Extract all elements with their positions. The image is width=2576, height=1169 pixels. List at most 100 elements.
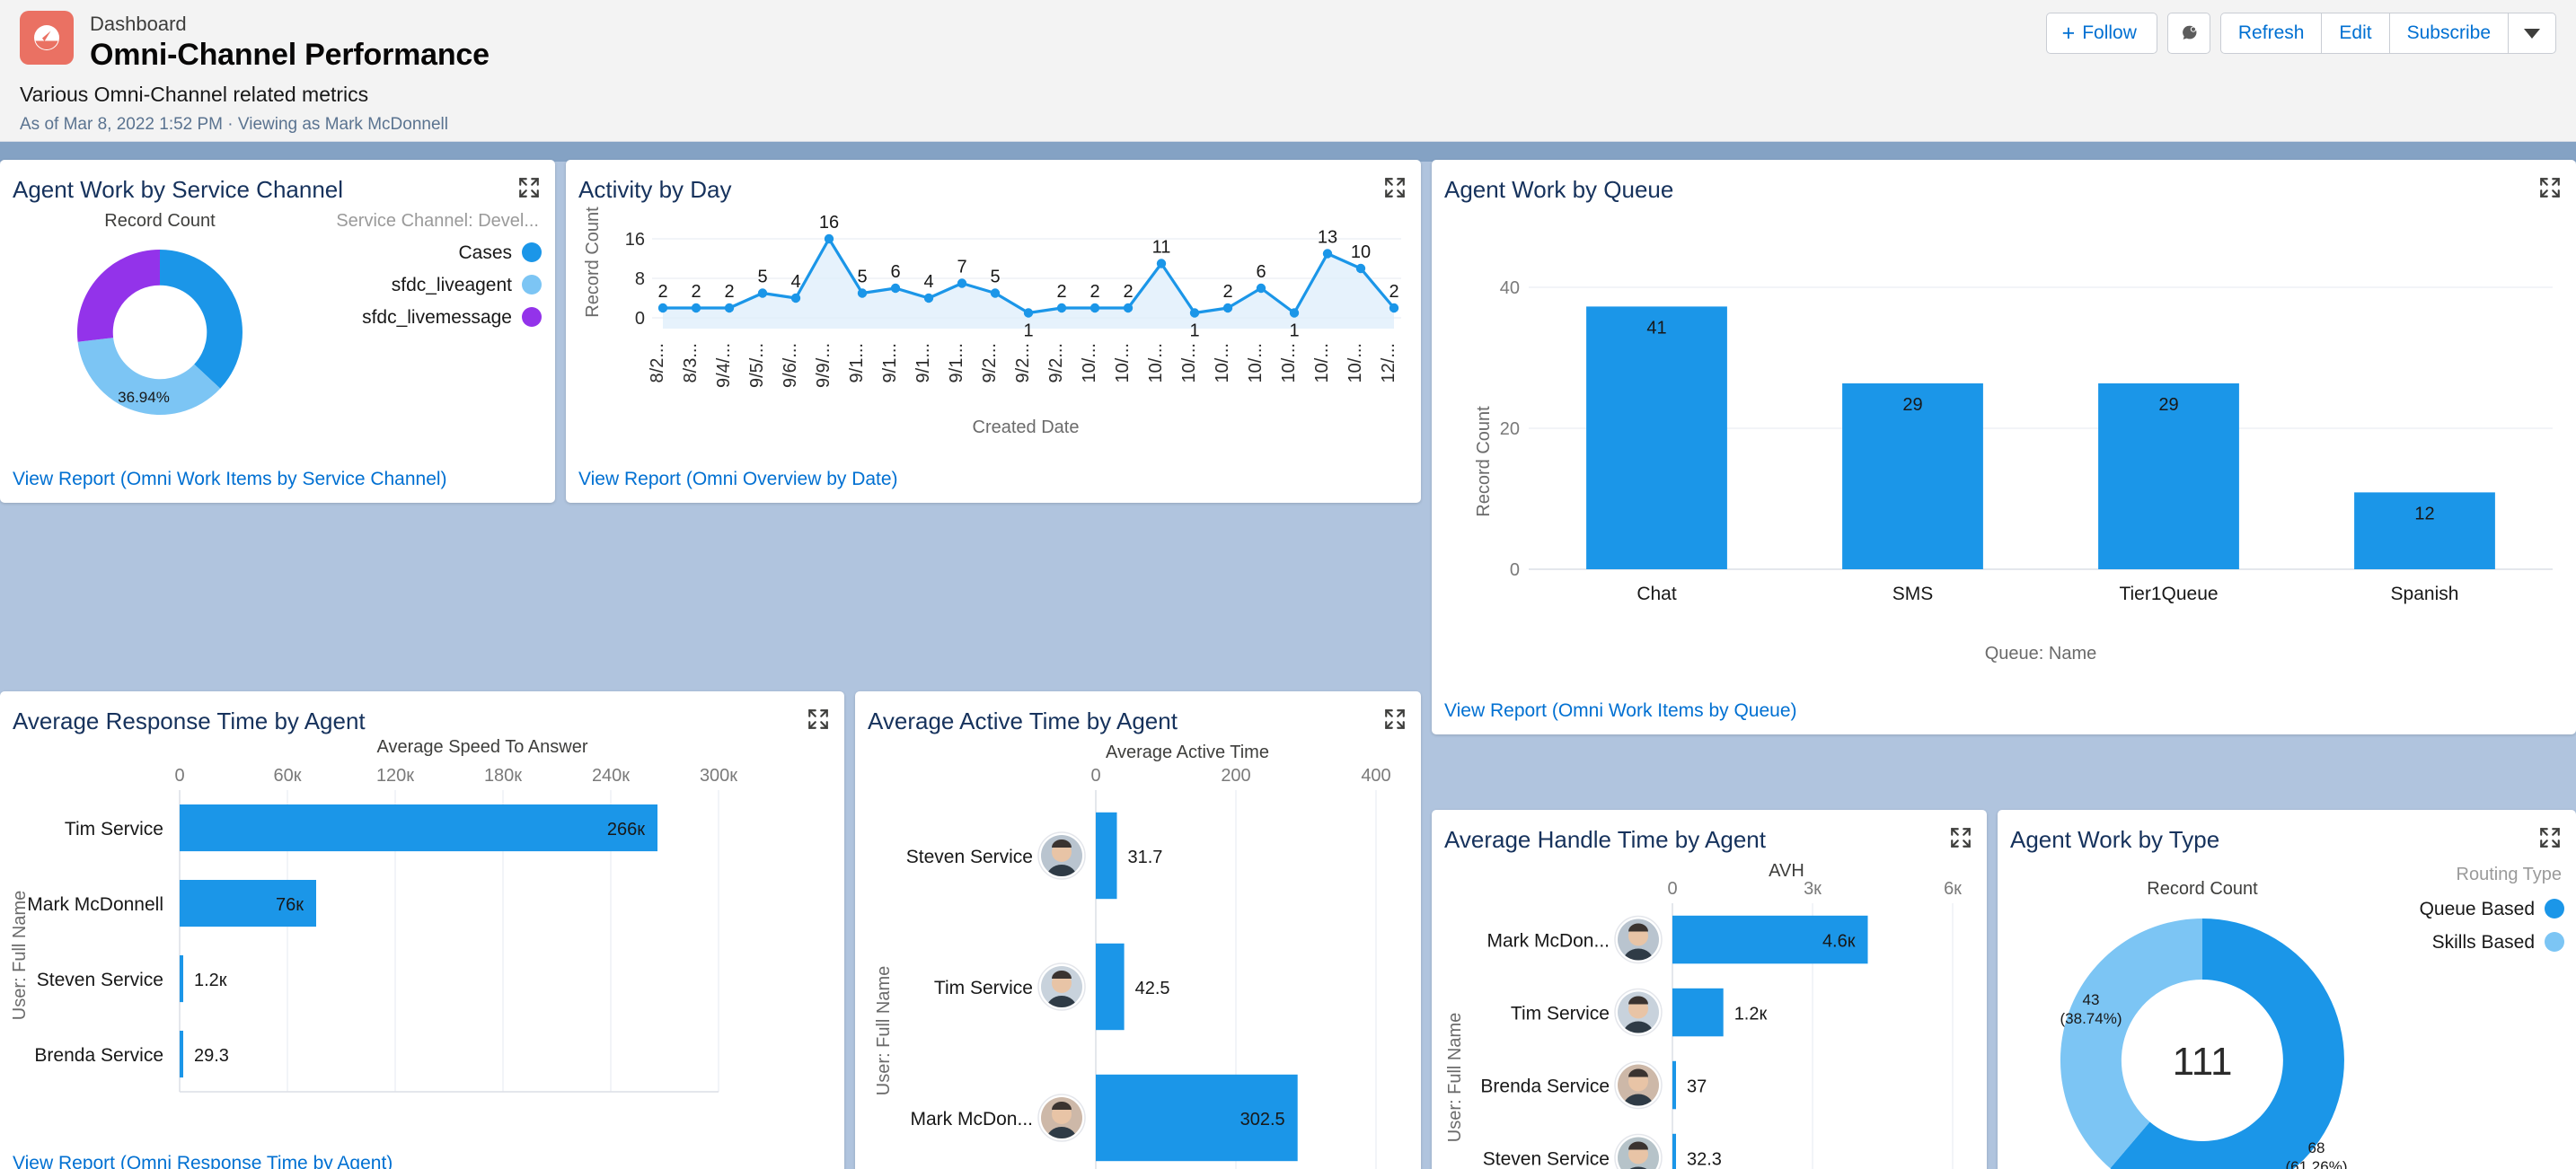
edit-button[interactable]: Edit — [2321, 13, 2388, 54]
expand-icon[interactable] — [517, 176, 541, 199]
x-tick: 8/3... — [681, 343, 701, 382]
header-button-group: Refresh Edit Subscribe — [2220, 13, 2556, 54]
refresh-button[interactable]: Refresh — [2220, 13, 2322, 54]
data-point — [957, 278, 966, 287]
widget-average-handle-time-by-agent: Average Handle Time by Agent AVH User: F… — [1432, 810, 1987, 1169]
category-label: Mark McDon... — [1486, 931, 1610, 952]
data-point — [1190, 308, 1199, 317]
agent-avatar-tim — [1615, 989, 1662, 1036]
agent-avatar-mark — [1615, 917, 1662, 963]
view-report-link[interactable]: View Report (Omni Work Items by Service … — [13, 469, 447, 490]
legend-item-skills-based[interactable]: Skills Based — [2432, 932, 2564, 953]
category-labels: Steven ServiceTim ServiceMark McDon... — [906, 847, 1033, 1129]
data-point — [1389, 303, 1398, 312]
x-axis-tick-labels: 0200400 — [1090, 766, 1390, 786]
follow-label: Follow — [2082, 22, 2137, 44]
y-axis-title: User: Full Name — [1445, 1013, 1465, 1142]
category-label: Tim Service — [934, 978, 1033, 998]
x-tick: 9/2... — [1046, 343, 1066, 382]
view-report-link[interactable]: View Report (Omni Overview by Date) — [578, 469, 898, 490]
x-tick: 240к — [592, 766, 630, 786]
x-tick: 3к — [1804, 879, 1822, 899]
expand-icon[interactable] — [2538, 176, 2562, 199]
chatter-feed-icon — [2179, 23, 2199, 43]
x-axis-tick-labels: 060к120к180к240к300к — [174, 766, 737, 786]
view-report-link[interactable]: View Report (Omni Response Time by Agent… — [13, 1153, 393, 1169]
x-tick: 10/... — [1279, 343, 1299, 382]
view-report-link[interactable]: View Report (Omni Work Items by Queue) — [1444, 700, 1797, 722]
x-tick: 9/2... — [980, 343, 1000, 382]
x-tick: 9/5/... — [747, 343, 767, 388]
x-tick: 9/2... — [1013, 343, 1033, 382]
data-point — [825, 234, 834, 243]
expand-icon[interactable] — [807, 708, 830, 731]
legend-item-sfdc-livemessage[interactable]: sfdc_livemessage — [362, 307, 542, 328]
bar-value-label: 1.2к — [1734, 1005, 1768, 1024]
bar-value-label: 12 — [2414, 504, 2434, 523]
category-label: SMS — [1892, 584, 1934, 604]
donut-chart: 111 — [2060, 918, 2344, 1169]
legend-swatch — [2545, 899, 2564, 918]
data-point — [758, 288, 767, 297]
bar-value-label: 41 — [1646, 318, 1666, 338]
data-point — [1124, 303, 1133, 312]
legend-label: sfdc_livemessage — [362, 307, 512, 328]
x-axis-tick-labels: 8/2...8/3...9/4/...9/5/...9/6/...9/9/...… — [648, 343, 1398, 388]
x-tick: 10/... — [1345, 343, 1365, 382]
chart-axis-title: Average Speed To Answer — [377, 737, 588, 757]
chatter-feed-button[interactable] — [2167, 13, 2210, 54]
legend-item-sfdc-liveagent[interactable]: sfdc_liveagent — [392, 275, 542, 295]
data-point — [924, 294, 933, 303]
follow-button[interactable]: + Follow — [2046, 13, 2157, 54]
bar-series: 41292912 — [1586, 306, 2495, 569]
y-axis-title: Record Count — [1474, 406, 1494, 517]
x-tick: 0 — [174, 766, 184, 786]
category-label: Brenda Service — [34, 1045, 163, 1066]
x-tick: 9/4/... — [714, 343, 734, 388]
subscribe-button[interactable]: Subscribe — [2389, 13, 2508, 54]
bar-value-label: 76к — [276, 895, 304, 915]
x-axis-title: Queue: Name — [1985, 644, 2097, 664]
more-actions-button[interactable] — [2508, 13, 2556, 54]
x-axis-tick-labels: ChatSMSTier1QueueSpanish — [1636, 584, 2458, 604]
data-point — [858, 288, 867, 297]
data-point-label: 6 — [1256, 262, 1266, 282]
data-point-label: 2 — [1389, 282, 1398, 302]
data-point-label: 1 — [1023, 321, 1033, 341]
legend-item-queue-based[interactable]: Queue Based — [2420, 899, 2564, 919]
bar — [1586, 306, 1727, 569]
expand-icon[interactable] — [1383, 176, 1407, 199]
chart-axis-title: Record Count — [2147, 879, 2258, 899]
speedometer-icon — [20, 11, 74, 65]
page-title: Omni-Channel Performance — [90, 37, 490, 74]
category-label: Tier1Queue — [2119, 584, 2218, 604]
category-label: Mark McDon... — [910, 1109, 1033, 1129]
expand-icon[interactable] — [1383, 708, 1407, 731]
data-point — [991, 288, 1000, 297]
category-label: Brenda Service — [1480, 1077, 1610, 1097]
widget-title: Activity by Day — [566, 160, 1421, 204]
legend-item-cases[interactable]: Cases — [458, 242, 542, 263]
agent-avatar-tim — [1038, 963, 1085, 1010]
bar — [1672, 1134, 1676, 1169]
data-point — [658, 303, 667, 312]
data-point-label: 4 — [790, 272, 800, 292]
bar — [1672, 989, 1724, 1037]
bar — [180, 955, 183, 1002]
data-point — [1223, 303, 1232, 312]
widget-activity-by-day: Activity by Day Record Count 16 8 — [566, 160, 1421, 503]
donut-center-value: 111 — [2173, 1040, 2233, 1084]
data-point-label: 1 — [1189, 321, 1199, 341]
widget-title: Agent Work by Service Channel — [0, 160, 555, 204]
legend-swatch — [2545, 932, 2564, 952]
widget-title: Average Active Time by Agent — [855, 691, 1421, 735]
expand-icon[interactable] — [2538, 826, 2562, 849]
y-axis-title: User: Full Name — [874, 966, 894, 1095]
agent-avatar-brenda — [1615, 1062, 1662, 1109]
bar-value-label: 29 — [1902, 395, 1922, 415]
widget-average-active-time-by-agent: Average Active Time by Agent Average Act… — [855, 691, 1421, 1169]
line-series: 222541656475122211126113102 — [657, 213, 1398, 341]
expand-icon[interactable] — [1949, 826, 1972, 849]
data-point-label: 6 — [890, 262, 900, 282]
data-point-label: 10 — [1351, 242, 1371, 262]
